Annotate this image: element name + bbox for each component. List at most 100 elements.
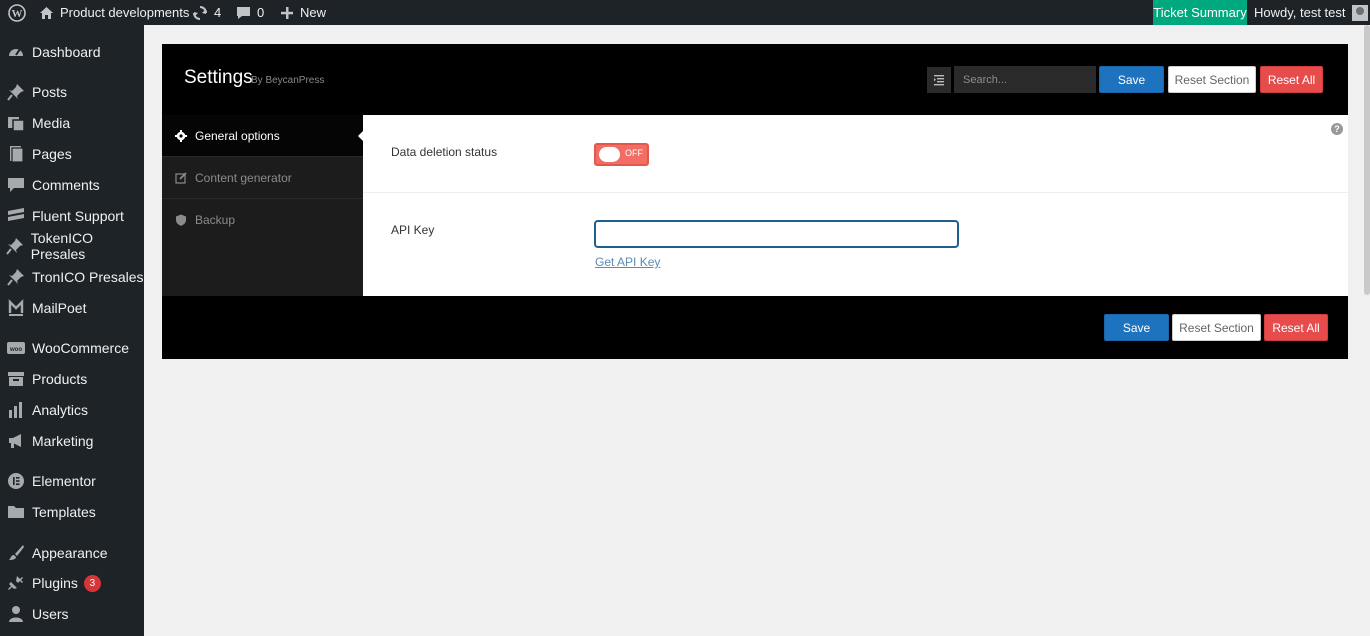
- sidebar-item-templates[interactable]: Templates: [0, 497, 144, 527]
- settings-nav: General options Content generator Backup: [162, 115, 364, 296]
- tab-content-generator[interactable]: Content generator: [162, 157, 363, 199]
- reset-section-button[interactable]: Reset Section: [1168, 66, 1256, 93]
- sidebar-item-label: Media: [32, 115, 71, 131]
- sidebar-item-appearance[interactable]: Appearance: [0, 538, 144, 568]
- reset-all-button[interactable]: Reset All: [1260, 66, 1323, 93]
- comments-link[interactable]: 0: [236, 0, 264, 25]
- sidebar-item-dashboard[interactable]: Dashboard: [0, 37, 144, 67]
- home-icon: [39, 6, 54, 20]
- sidebar-item-label: Posts: [32, 84, 68, 100]
- plugins-update-badge: 3: [83, 574, 101, 592]
- user-icon: [6, 604, 26, 624]
- support-icon: [6, 206, 26, 226]
- sidebar-item-woocommerce[interactable]: woo WooCommerce: [0, 333, 144, 363]
- account-menu[interactable]: Howdy, test test: [1254, 0, 1368, 25]
- sidebar-item-label: Analytics: [32, 402, 89, 418]
- sidebar-item-marketing[interactable]: Marketing: [0, 426, 144, 456]
- chart-icon: [6, 400, 26, 420]
- page-icon: [6, 144, 26, 164]
- expand-toggle-icon[interactable]: [927, 67, 951, 93]
- toggle-knob: [599, 147, 620, 162]
- sidebar-item-fluent-support[interactable]: Fluent Support: [0, 201, 144, 231]
- sidebar-item-label: MailPoet: [32, 300, 87, 316]
- footer-save-button[interactable]: Save: [1104, 314, 1169, 341]
- wordpress-logo-icon[interactable]: W: [8, 0, 26, 25]
- page-scrollbar[interactable]: [1364, 25, 1370, 295]
- howdy-text: Howdy, test test: [1254, 5, 1346, 20]
- sidebar-item-label: Templates: [32, 504, 96, 520]
- tab-label: Backup: [195, 213, 236, 227]
- settings-byline: By BeycanPress: [251, 75, 325, 86]
- settings-header: Settings By BeycanPress Save Reset Secti…: [162, 44, 1348, 115]
- sidebar-item-elementor[interactable]: Elementor: [0, 466, 144, 496]
- save-button[interactable]: Save: [1099, 66, 1164, 93]
- svg-text:W: W: [12, 8, 23, 20]
- sidebar-item-label: WooCommerce: [32, 340, 129, 356]
- sidebar-item-label: Plugins: [32, 575, 78, 591]
- data-deletion-toggle[interactable]: OFF: [594, 143, 649, 166]
- comment-icon: [6, 175, 26, 195]
- sidebar-item-label: Fluent Support: [32, 208, 124, 224]
- archive-icon: [6, 369, 26, 389]
- plugin-icon: [6, 573, 26, 593]
- sidebar-item-label: Pages: [32, 146, 72, 162]
- new-label: New: [300, 5, 327, 20]
- sidebar-item-label: Users: [32, 606, 69, 622]
- shield-icon: [175, 214, 187, 226]
- pin-icon: [6, 82, 26, 102]
- media-icon: [6, 113, 26, 133]
- sidebar-item-tronico-presales[interactable]: TronICO Presales: [0, 262, 144, 292]
- sidebar-item-analytics[interactable]: Analytics: [0, 395, 144, 425]
- sidebar-item-label: Appearance: [32, 545, 108, 561]
- sidebar-item-tokenico-presales[interactable]: TokenICO Presales: [0, 230, 144, 262]
- get-api-key-link[interactable]: Get API Key: [595, 255, 660, 269]
- sidebar-item-label: Products: [32, 371, 88, 387]
- new-content-link[interactable]: New: [280, 0, 326, 25]
- edit-icon: [175, 171, 187, 184]
- pin-icon: [6, 267, 26, 287]
- page-title: Settings: [184, 67, 253, 88]
- ticket-summary-link[interactable]: Ticket Summary: [1153, 0, 1247, 25]
- search-input[interactable]: [954, 66, 1096, 93]
- data-deletion-row: Data deletion status OFF: [363, 115, 1348, 193]
- toggle-state: OFF: [625, 148, 643, 158]
- admin-sidebar: Dashboard Posts Media Pages Comments Flu…: [0, 25, 144, 636]
- elementor-icon: [6, 471, 26, 491]
- sidebar-item-pages[interactable]: Pages: [0, 139, 144, 169]
- updates-count: 4: [214, 5, 222, 20]
- sidebar-item-posts[interactable]: Posts: [0, 77, 144, 107]
- sidebar-item-media[interactable]: Media: [0, 108, 144, 138]
- api-key-field[interactable]: [594, 220, 959, 248]
- sidebar-item-label: Comments: [32, 177, 100, 193]
- tab-label: Content generator: [195, 170, 292, 185]
- updates-link[interactable]: 4: [192, 0, 221, 25]
- tab-general-options[interactable]: General options: [162, 115, 364, 157]
- woo-icon: woo: [6, 338, 26, 358]
- sidebar-item-products[interactable]: Products: [0, 364, 144, 394]
- site-name: Product developments: [60, 5, 190, 20]
- pin-icon: [6, 236, 25, 256]
- sidebar-item-label: Dashboard: [32, 44, 101, 60]
- data-deletion-label: Data deletion status: [391, 145, 498, 159]
- sidebar-item-mailpoet[interactable]: MailPoet: [0, 293, 144, 323]
- sidebar-item-plugins[interactable]: Plugins 3: [0, 568, 144, 598]
- avatar: [1351, 4, 1368, 21]
- sidebar-item-users[interactable]: Users: [0, 599, 144, 629]
- tab-backup[interactable]: Backup: [162, 199, 363, 241]
- admin-bar: W Product developments 4 0 New Ticket Su…: [0, 0, 1370, 25]
- sidebar-item-comments[interactable]: Comments: [0, 170, 144, 200]
- refresh-icon: [192, 5, 208, 21]
- site-name-link[interactable]: Product developments: [39, 0, 189, 25]
- comments-count: 0: [257, 5, 265, 20]
- dashboard-icon: [6, 42, 26, 62]
- sidebar-item-label: TronICO Presales: [32, 269, 144, 285]
- mailpoet-icon: [6, 298, 26, 318]
- api-key-label: API Key: [391, 223, 435, 237]
- footer-reset-section-button[interactable]: Reset Section: [1172, 314, 1261, 341]
- sidebar-item-label: TokenICO Presales: [30, 230, 94, 262]
- sidebar-item-label: Elementor: [32, 473, 96, 489]
- megaphone-icon: [6, 431, 26, 451]
- settings-panel: Settings By BeycanPress Save Reset Secti…: [162, 44, 1348, 359]
- comment-icon: [236, 6, 251, 20]
- footer-reset-all-button[interactable]: Reset All: [1264, 314, 1328, 341]
